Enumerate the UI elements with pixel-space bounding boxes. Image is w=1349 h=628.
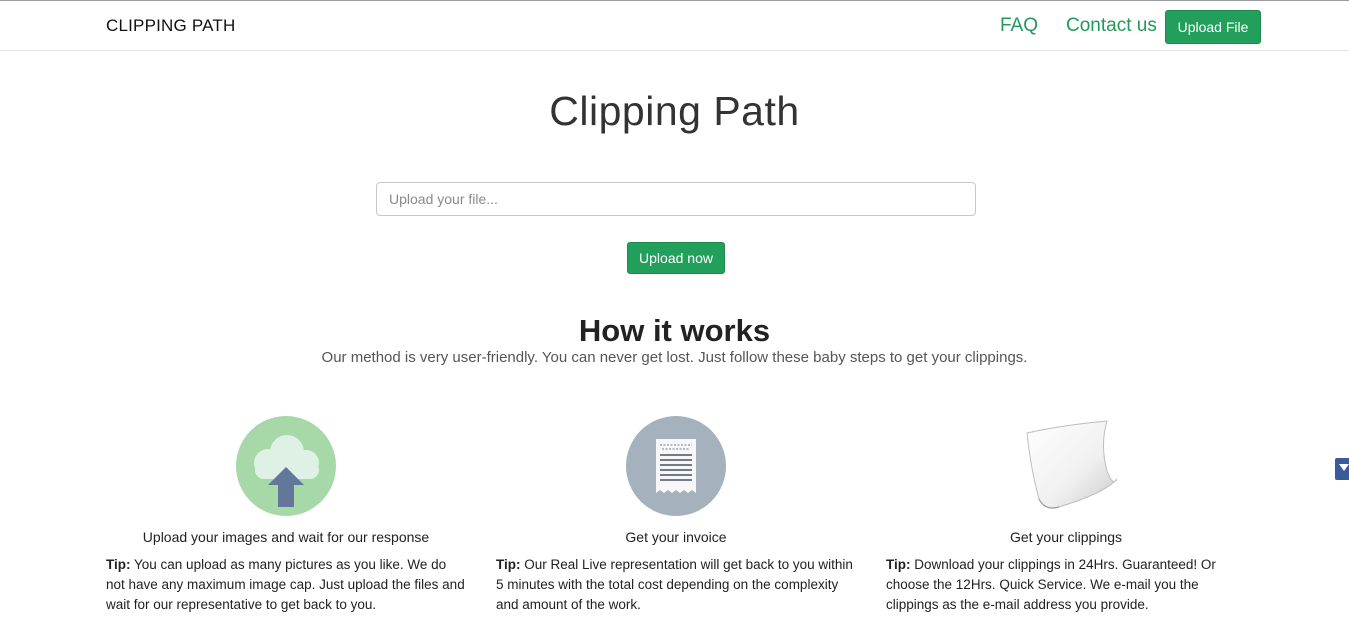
step-invoice: Get your invoice Tip: Our Real Live repr… — [496, 415, 856, 615]
cloud-upload-icon — [235, 415, 337, 517]
tip-text: Download your clippings in 24Hrs. Guaran… — [886, 557, 1216, 612]
step-tip: Tip: Download your clippings in 24Hrs. G… — [886, 555, 1246, 615]
nav-link-contact[interactable]: Contact us — [1066, 15, 1157, 37]
upload-file-button[interactable]: Upload File — [1165, 10, 1261, 44]
tip-text: Our Real Live representation will get ba… — [496, 557, 853, 612]
step-caption: Get your invoice — [625, 529, 727, 545]
upload-now-button[interactable]: Upload now — [627, 242, 725, 274]
tip-label: Tip: — [106, 557, 131, 572]
tip-text: You can upload as many pictures as you l… — [106, 557, 465, 612]
side-feedback-tab[interactable] — [1335, 458, 1349, 480]
step-upload: Upload your images and wait for our resp… — [106, 415, 466, 615]
paper-icon — [1015, 415, 1118, 517]
upload-file-input[interactable] — [376, 182, 976, 216]
nav-link-faq[interactable]: FAQ — [1000, 15, 1038, 37]
step-tip: Tip: Our Real Live representation will g… — [496, 555, 856, 615]
step-tip: Tip: You can upload as many pictures as … — [106, 555, 466, 615]
receipt-icon — [625, 415, 727, 517]
navbar: CLIPPING PATH FAQ Contact us Upload File — [0, 1, 1349, 51]
how-it-works-subtitle: Our method is very user-friendly. You ca… — [321, 349, 1028, 366]
step-caption: Upload your images and wait for our resp… — [142, 529, 430, 545]
tip-label: Tip: — [886, 557, 911, 572]
tip-label: Tip: — [496, 557, 521, 572]
brand-logo[interactable]: CLIPPING PATH — [106, 16, 236, 36]
step-caption: Get your clippings — [1009, 529, 1123, 545]
page-title: Clipping Path — [549, 88, 800, 134]
how-it-works-title: How it works — [578, 313, 771, 348]
step-clippings: Get your clippings Tip: Download your cl… — [886, 415, 1246, 615]
